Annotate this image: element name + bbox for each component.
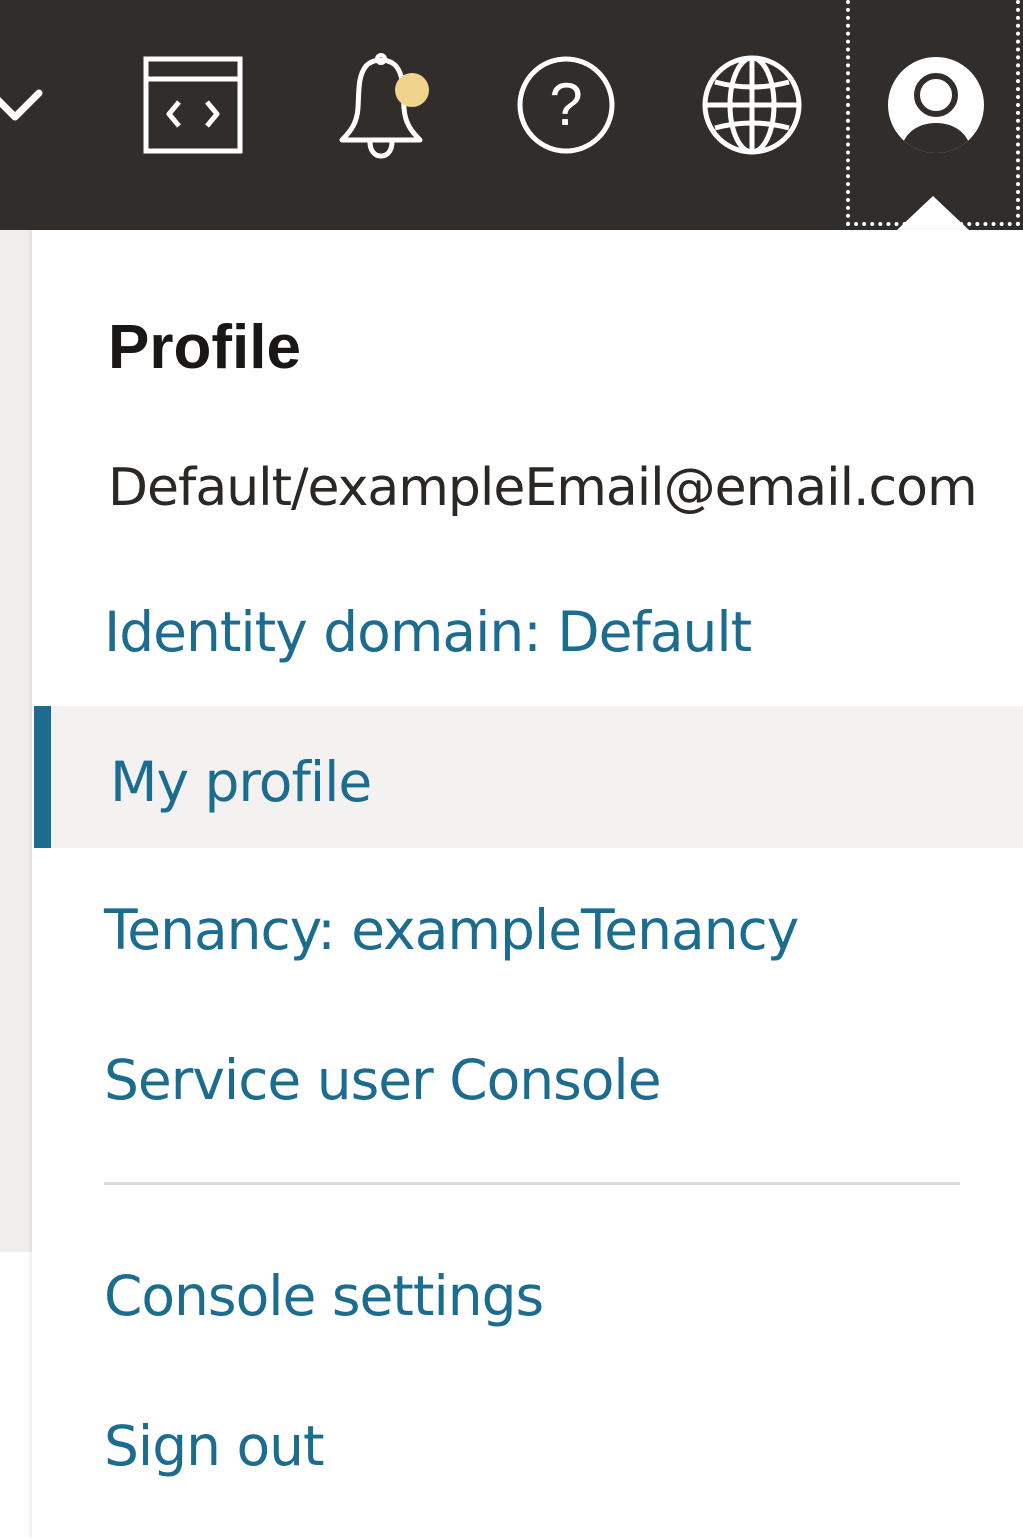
notifications-button[interactable] bbox=[328, 50, 438, 160]
code-editor-icon bbox=[141, 54, 245, 156]
globe-icon bbox=[699, 52, 805, 158]
my-profile-menu-item[interactable]: My profile bbox=[34, 706, 1023, 848]
user-email-label: Default/exampleEmail@email.com bbox=[108, 458, 978, 518]
profile-menu-heading: Profile bbox=[108, 313, 301, 382]
tenancy-link[interactable]: Tenancy: exampleTenancy bbox=[104, 898, 799, 962]
menu-divider bbox=[104, 1182, 960, 1185]
service-user-console-link[interactable]: Service user Console bbox=[104, 1048, 662, 1112]
profile-menu bbox=[32, 230, 1023, 1538]
code-editor-button[interactable] bbox=[138, 50, 248, 160]
menu-caret bbox=[897, 196, 969, 230]
my-profile-label: My profile bbox=[110, 750, 372, 814]
region-dropdown-button[interactable] bbox=[0, 50, 60, 160]
top-navigation-bar: ? bbox=[0, 0, 1023, 230]
profile-button[interactable] bbox=[846, 0, 1020, 226]
identity-domain-link[interactable]: Identity domain: Default bbox=[104, 600, 752, 664]
help-icon: ? bbox=[514, 53, 618, 157]
bell-icon bbox=[328, 50, 438, 160]
user-avatar-icon bbox=[886, 55, 986, 159]
page-background bbox=[0, 230, 32, 1252]
active-indicator bbox=[34, 706, 51, 848]
chevron-down-icon bbox=[0, 85, 45, 125]
help-button[interactable]: ? bbox=[511, 50, 621, 160]
help-glyph: ? bbox=[549, 71, 582, 138]
sign-out-link[interactable]: Sign out bbox=[104, 1414, 325, 1478]
console-settings-link[interactable]: Console settings bbox=[104, 1264, 544, 1328]
language-button[interactable] bbox=[697, 50, 807, 160]
